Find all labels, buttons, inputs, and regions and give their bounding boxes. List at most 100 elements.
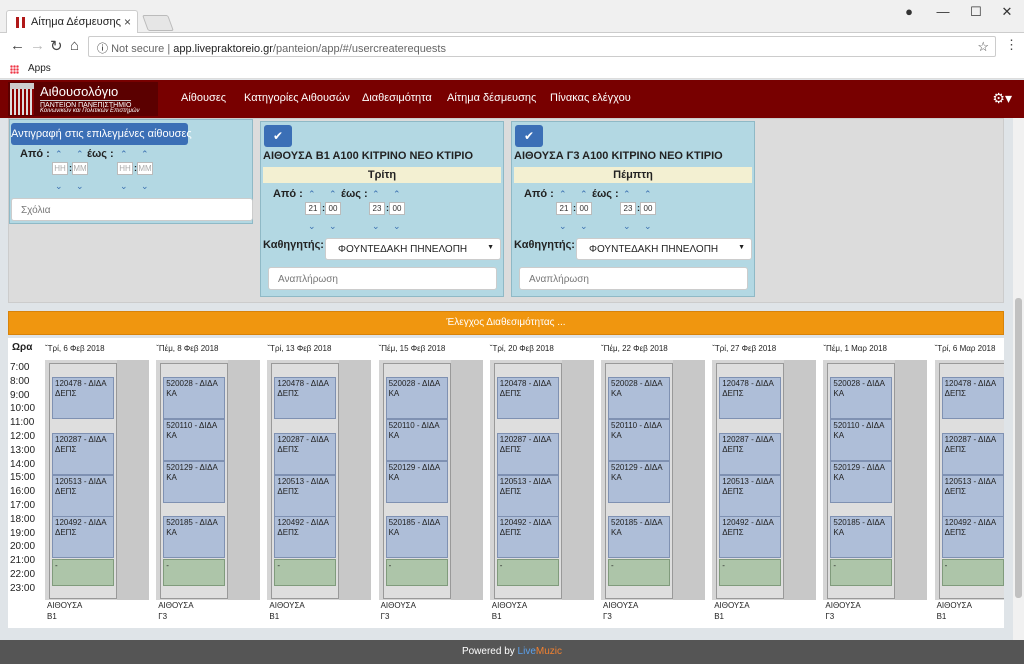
schedule-event[interactable]: -	[496, 559, 559, 586]
schedule-event[interactable]: 520129 - ΔΙΔΑ ΚΑ	[830, 461, 893, 503]
schedule-event[interactable]: 520028 - ΔΙΔΑ ΚΑ	[385, 377, 448, 419]
schedule-event[interactable]: 120287 - ΔΙΔΑ ΔΕΠΣ	[719, 433, 782, 475]
schedule-event[interactable]: 520185 - ΔΙΔΑ ΚΑ	[163, 516, 226, 558]
from-hour-input[interactable]: HH	[52, 162, 68, 175]
to-minute-input[interactable]: 00	[640, 202, 656, 215]
star-icon[interactable]: ☆	[977, 39, 989, 55]
column-date-header[interactable]: ˇΠέμ, 22 Φεβ 2018	[601, 344, 668, 353]
brand-logo[interactable]: Αιθουσολόγιο ΠΑΝΤΕΙΟΝ ΠΑΝΕΠΙΣΤΗΜΙΟ Κοινω…	[8, 82, 158, 116]
column-date-header[interactable]: ˇΤρί, 27 Φεβ 2018	[712, 344, 776, 353]
schedule-event[interactable]: 120478 - ΔΙΔΑ ΔΕΠΣ	[496, 377, 559, 419]
minute-down-icon[interactable]: ⌄	[329, 222, 337, 231]
minute-up-icon[interactable]: ⌃	[580, 190, 588, 199]
schedule-event[interactable]: 520110 - ΔΙΔΑ ΚΑ	[608, 419, 670, 461]
minute-up-icon[interactable]: ⌃	[76, 150, 84, 159]
schedule-event[interactable]: -	[52, 559, 114, 586]
minute-up-icon[interactable]: ⌃	[393, 190, 401, 199]
minute-down-icon[interactable]: ⌄	[580, 222, 588, 231]
schedule-event[interactable]: 520110 - ΔΙΔΑ ΚΑ	[830, 419, 893, 461]
schedule-event[interactable]: 520185 - ΔΙΔΑ ΚΑ	[608, 516, 670, 558]
from-minute-input[interactable]: 00	[576, 202, 592, 215]
hour-down-icon[interactable]: ⌄	[372, 222, 380, 231]
hour-down-icon[interactable]: ⌄	[120, 182, 128, 191]
schedule-event[interactable]: 120478 - ΔΙΔΑ ΔΕΠΣ	[941, 377, 1004, 419]
page-scrollbar[interactable]	[1013, 118, 1024, 640]
nav-rooms[interactable]: Αίθουσες	[181, 92, 226, 104]
from-minute-input[interactable]: MM	[72, 162, 88, 175]
hour-up-icon[interactable]: ⌃	[55, 150, 63, 159]
column-date-header[interactable]: ˇΤρί, 6 Φεβ 2018	[45, 344, 105, 353]
schedule-event[interactable]: 120478 - ΔΙΔΑ ΔΕΠΣ	[52, 377, 114, 419]
to-minute-input[interactable]: 00	[389, 202, 405, 215]
to-hour-input[interactable]: 23	[369, 202, 385, 215]
schedule-event[interactable]: -	[608, 559, 670, 586]
from-minute-input[interactable]: 00	[325, 202, 341, 215]
hour-up-icon[interactable]: ⌃	[120, 150, 128, 159]
schedule-event[interactable]: 520028 - ΔΙΔΑ ΚΑ	[163, 377, 226, 419]
comments-input[interactable]: Σχόλια	[11, 198, 253, 221]
schedule-event[interactable]: 120492 - ΔΙΔΑ ΔΕΠΣ	[52, 516, 114, 558]
hour-up-icon[interactable]: ⌃	[623, 190, 631, 199]
hour-down-icon[interactable]: ⌄	[623, 222, 631, 231]
schedule-event[interactable]: -	[163, 559, 226, 586]
schedule-event[interactable]: 120492 - ΔΙΔΑ ΔΕΠΣ	[941, 516, 1004, 558]
schedule-event[interactable]: 120513 - ΔΙΔΑ ΔΕΠΣ	[52, 475, 114, 517]
to-minute-input[interactable]: MM	[137, 162, 153, 175]
schedule-event[interactable]: 120492 - ΔΙΔΑ ΔΕΠΣ	[274, 516, 337, 558]
tab-close-icon[interactable]: ×	[124, 15, 131, 29]
schedule-event[interactable]: -	[385, 559, 448, 586]
footer-brand-2[interactable]: Muzic	[536, 646, 562, 657]
select-room-check-icon[interactable]: ✔	[264, 125, 292, 147]
schedule-event[interactable]: 120513 - ΔΙΔΑ ΔΕΠΣ	[274, 475, 337, 517]
select-room-check-icon[interactable]: ✔	[515, 125, 543, 147]
note-input[interactable]: Αναπλήρωση	[519, 267, 748, 290]
maximize-icon[interactable]: ☐	[965, 4, 987, 20]
minute-up-icon[interactable]: ⌃	[329, 190, 337, 199]
column-date-header[interactable]: ˇΤρί, 6 Μαρ 2018	[935, 344, 996, 353]
professor-select[interactable]: ΦΟΥΝΤΕΔΑΚΗ ΠΗΝΕΛΟΠΗ ▼	[325, 238, 501, 260]
scrollbar-thumb[interactable]	[1015, 298, 1022, 598]
schedule-event[interactable]: 120513 - ΔΙΔΑ ΔΕΠΣ	[941, 475, 1004, 517]
schedule-event[interactable]: 120513 - ΔΙΔΑ ΔΕΠΣ	[496, 475, 559, 517]
schedule-event[interactable]: 120287 - ΔΙΔΑ ΔΕΠΣ	[52, 433, 114, 475]
schedule-event[interactable]: 120287 - ΔΙΔΑ ΔΕΠΣ	[941, 433, 1004, 475]
schedule-event[interactable]: 520129 - ΔΙΔΑ ΚΑ	[163, 461, 226, 503]
minute-down-icon[interactable]: ⌄	[393, 222, 401, 231]
url-bar[interactable]: ⓘ Not secure | app.livepraktoreio.gr/pan…	[88, 36, 996, 57]
close-icon[interactable]: ✕	[996, 4, 1018, 20]
schedule-event[interactable]: 520110 - ΔΙΔΑ ΚΑ	[163, 419, 226, 461]
hour-down-icon[interactable]: ⌄	[55, 182, 63, 191]
from-hour-input[interactable]: 21	[305, 202, 321, 215]
nav-availability[interactable]: Διαθεσιμότητα	[362, 92, 432, 104]
schedule-event[interactable]: 520129 - ΔΙΔΑ ΚΑ	[385, 461, 448, 503]
from-hour-input[interactable]: 21	[556, 202, 572, 215]
minimize-icon[interactable]: —	[932, 4, 954, 19]
schedule-event[interactable]: -	[719, 559, 782, 586]
nav-dashboard[interactable]: Πίνακας ελέγχου	[550, 92, 631, 104]
minute-down-icon[interactable]: ⌄	[76, 182, 84, 191]
schedule-event[interactable]: -	[941, 559, 1004, 586]
hour-up-icon[interactable]: ⌃	[308, 190, 316, 199]
bookmark-apps[interactable]: Apps	[28, 63, 51, 74]
minute-down-icon[interactable]: ⌄	[644, 222, 652, 231]
back-icon[interactable]: ←	[10, 37, 25, 54]
column-date-header[interactable]: ˇΠέμ, 1 Μαρ 2018	[823, 344, 887, 353]
note-input[interactable]: Αναπλήρωση	[268, 267, 497, 290]
schedule-event[interactable]: -	[274, 559, 337, 586]
nav-room-categories[interactable]: Κατηγορίες Αιθουσών	[244, 92, 350, 104]
schedule-event[interactable]: 520185 - ΔΙΔΑ ΚΑ	[830, 516, 893, 558]
schedule-event[interactable]: 120478 - ΔΙΔΑ ΔΕΠΣ	[274, 377, 337, 419]
schedule-event[interactable]: 520028 - ΔΙΔΑ ΚΑ	[608, 377, 670, 419]
menu-icon[interactable]: ⋮	[1005, 37, 1018, 53]
schedule-event[interactable]: 120478 - ΔΙΔΑ ΔΕΠΣ	[719, 377, 782, 419]
schedule-event[interactable]: 120287 - ΔΙΔΑ ΔΕΠΣ	[496, 433, 559, 475]
hour-down-icon[interactable]: ⌄	[308, 222, 316, 231]
check-availability-button[interactable]: Έλεγχος Διαθεσιμότητας ...	[8, 311, 1004, 335]
reload-icon[interactable]: ↻	[50, 37, 63, 55]
schedule-event[interactable]: 520110 - ΔΙΔΑ ΚΑ	[385, 419, 448, 461]
column-date-header[interactable]: ˇΤρί, 20 Φεβ 2018	[490, 344, 554, 353]
column-date-header[interactable]: ˇΠέμ, 8 Φεβ 2018	[156, 344, 218, 353]
minute-up-icon[interactable]: ⌃	[141, 150, 149, 159]
nav-booking-request[interactable]: Αίτημα δέσμευσης	[447, 92, 536, 104]
hour-up-icon[interactable]: ⌃	[559, 190, 567, 199]
